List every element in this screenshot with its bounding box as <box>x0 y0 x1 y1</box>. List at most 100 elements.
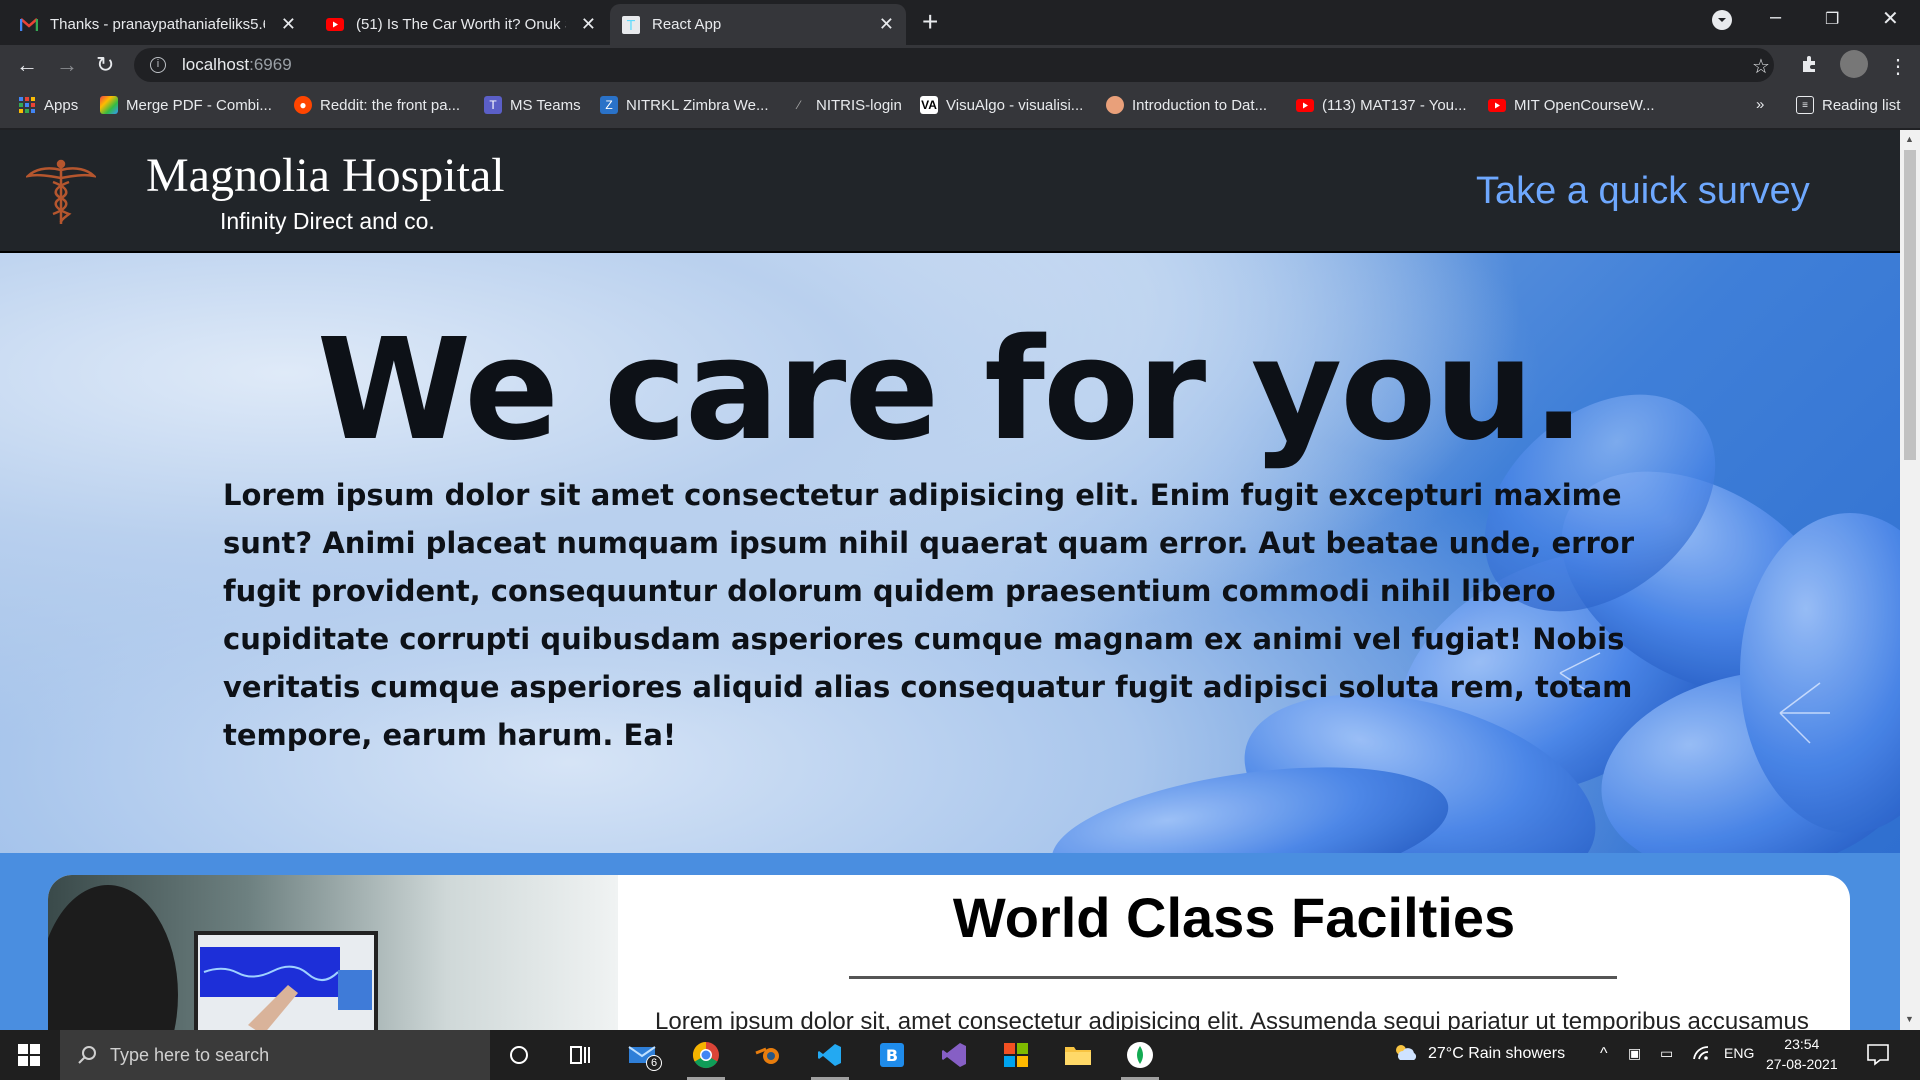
facility-card: World Class Facilties Lorem ipsum dolor … <box>48 875 1850 1030</box>
bookmark-merge-pdf[interactable]: Merge PDF - Combi... <box>100 96 272 114</box>
tray-chevron-up-icon[interactable]: ^ <box>1600 1045 1608 1063</box>
bookmark-label: Reddit: the front pa... <box>320 96 461 114</box>
extensions-icon[interactable] <box>1800 54 1820 80</box>
chrome-taskbar-icon[interactable] <box>687 1041 725 1080</box>
url-host: localhost <box>182 55 250 74</box>
system-clock[interactable]: 23:54 27-08-2021 <box>1766 1034 1838 1074</box>
weather-icon[interactable] <box>1392 1042 1418 1069</box>
nitris-icon: ⁄ <box>797 98 800 112</box>
address-bar-row: ← → ↻ i localhost:6969 ☆ ⋮ <box>0 45 1920 85</box>
chrome-menu-icon[interactable]: ⋮ <box>1888 54 1908 79</box>
bookmark-mat137[interactable]: (113) MAT137 - You... <box>1296 96 1467 114</box>
tab-title: React App <box>652 16 722 33</box>
tab-gmail[interactable]: Thanks - pranaypathaniafeliks5.6 ✕ <box>8 4 308 45</box>
windows-start-icon[interactable] <box>18 1044 40 1066</box>
restore-icon[interactable]: ❐ <box>1825 9 1839 29</box>
mail-badge: 6 <box>646 1055 662 1071</box>
bookmark-label: NITRIS-login <box>816 96 902 114</box>
svg-text:T: T <box>626 19 635 34</box>
task-view-icon[interactable] <box>565 1041 595 1069</box>
profile-menu-icon[interactable] <box>1712 10 1732 30</box>
clock-date: 27-08-2021 <box>1766 1056 1838 1072</box>
mail-icon[interactable]: 6 <box>628 1041 662 1071</box>
blender-icon[interactable] <box>753 1041 783 1069</box>
bookmark-label: Introduction to Dat... <box>1132 96 1268 114</box>
more-bookmarks-label: » <box>1756 96 1765 113</box>
close-tab-icon[interactable]: ✕ <box>281 14 296 35</box>
brand-title[interactable]: Magnolia Hospital <box>146 148 505 203</box>
close-tab-icon[interactable]: ✕ <box>581 14 596 35</box>
back-icon[interactable]: ← <box>16 52 38 78</box>
gmail-icon <box>20 16 38 34</box>
weather-text[interactable]: 27°C Rain showers <box>1428 1045 1565 1063</box>
facility-divider <box>849 976 1617 979</box>
visualgo-icon: VA <box>920 96 938 114</box>
new-tab-button[interactable]: + <box>922 6 938 38</box>
notifications-icon[interactable] <box>1866 1042 1890 1071</box>
file-explorer-icon[interactable] <box>1063 1041 1093 1069</box>
page-scrollbar[interactable]: ▲ ▼ <box>1900 130 1920 1030</box>
close-tab-icon[interactable]: ✕ <box>879 14 894 35</box>
bookmark-intro-data[interactable]: Introduction to Dat... <box>1106 96 1267 114</box>
bookmark-label: (113) MAT137 - You... <box>1322 96 1467 114</box>
bookmarks-bar: Apps Merge PDF - Combi... ● Reddit: the … <box>0 85 1920 129</box>
teams-icon: T <box>484 96 502 114</box>
zimbra-icon: Z <box>600 96 618 114</box>
bookmark-visualgo[interactable]: VA VisuAlgo - visualisi... <box>920 96 1083 114</box>
scroll-up-icon[interactable]: ▲ <box>1905 134 1914 144</box>
youtube-icon <box>1296 96 1314 114</box>
bookmark-label: Merge PDF - Combi... <box>126 96 272 114</box>
svg-text:B: B <box>886 1046 898 1065</box>
tab-title: (51) Is The Car Worth it? Onuk Sa <box>356 16 566 33</box>
visual-studio-icon[interactable] <box>939 1041 969 1069</box>
bookmark-ms-teams[interactable]: T MS Teams <box>484 96 581 114</box>
react-app-icon: T <box>622 15 640 34</box>
site-info-icon[interactable]: i <box>150 57 166 73</box>
facility-photo <box>48 875 618 1030</box>
caduceus-logo-icon <box>26 159 96 224</box>
app-store-icon[interactable] <box>1001 1041 1031 1069</box>
hero-text: Lorem ipsum dolor sit amet consectetur a… <box>223 478 1635 752</box>
tab-react-app[interactable]: T React App ✕ <box>610 4 906 45</box>
url-port: :6969 <box>249 55 292 74</box>
apps-grid-icon <box>18 96 36 114</box>
vscode-icon[interactable] <box>811 1041 849 1080</box>
facility-text: Lorem ipsum dolor sit, amet consectetur … <box>655 1008 1809 1030</box>
language-indicator[interactable]: ENG <box>1724 1045 1754 1061</box>
device-icon[interactable]: ▣ <box>1628 1045 1641 1062</box>
bookmark-reddit[interactable]: ● Reddit: the front pa... <box>294 96 460 114</box>
taskbar-search-input[interactable]: Type here to search <box>60 1030 490 1080</box>
forward-icon[interactable]: → <box>56 52 78 78</box>
wifi-icon[interactable] <box>1692 1045 1712 1066</box>
scroll-down-icon[interactable]: ▼ <box>1905 1014 1914 1024</box>
reload-icon[interactable]: ↻ <box>96 52 114 78</box>
bookmark-apps[interactable]: Apps <box>18 96 78 114</box>
bookmark-label: Apps <box>44 96 79 114</box>
avatar[interactable] <box>1840 50 1868 78</box>
bookmark-label: MS Teams <box>510 96 581 114</box>
battery-icon[interactable]: ▭ <box>1660 1045 1673 1062</box>
hero-title: We care for you. <box>316 309 1586 472</box>
url-input[interactable]: i localhost:6969 <box>134 48 1774 82</box>
windows-taskbar: Type here to search 6 B 27°C Rain shower… <box>0 1030 1920 1080</box>
b-app-icon[interactable]: B <box>877 1041 907 1069</box>
bookmark-nitris[interactable]: ⁄ NITRIS-login <box>790 96 902 114</box>
course-icon <box>1106 96 1124 114</box>
scrollbar-thumb[interactable] <box>1904 150 1916 460</box>
close-window-icon[interactable]: ✕ <box>1882 6 1899 31</box>
site-header: Magnolia Hospital Infinity Direct and co… <box>0 130 1900 253</box>
youtube-icon <box>1488 96 1506 114</box>
cortana-icon[interactable] <box>504 1041 534 1069</box>
bookmark-label: MIT OpenCourseW... <box>1514 96 1655 114</box>
more-bookmarks-button[interactable]: » <box>1756 96 1764 113</box>
bookmark-star-icon[interactable]: ☆ <box>1752 54 1770 79</box>
reading-list-button[interactable]: ≡ Reading list <box>1796 96 1900 114</box>
mongodb-compass-icon[interactable] <box>1121 1041 1159 1080</box>
survey-link[interactable]: Take a quick survey <box>1476 170 1810 213</box>
minimize-icon[interactable]: – <box>1770 6 1781 29</box>
bookmark-zimbra[interactable]: Z NITRKL Zimbra We... <box>600 96 769 114</box>
youtube-icon <box>326 16 344 34</box>
bookmark-mit-ocw[interactable]: MIT OpenCourseW... <box>1488 96 1655 114</box>
tab-youtube[interactable]: (51) Is The Car Worth it? Onuk Sa ✕ <box>314 4 608 45</box>
page-viewport: Magnolia Hospital Infinity Direct and co… <box>0 130 1900 1030</box>
